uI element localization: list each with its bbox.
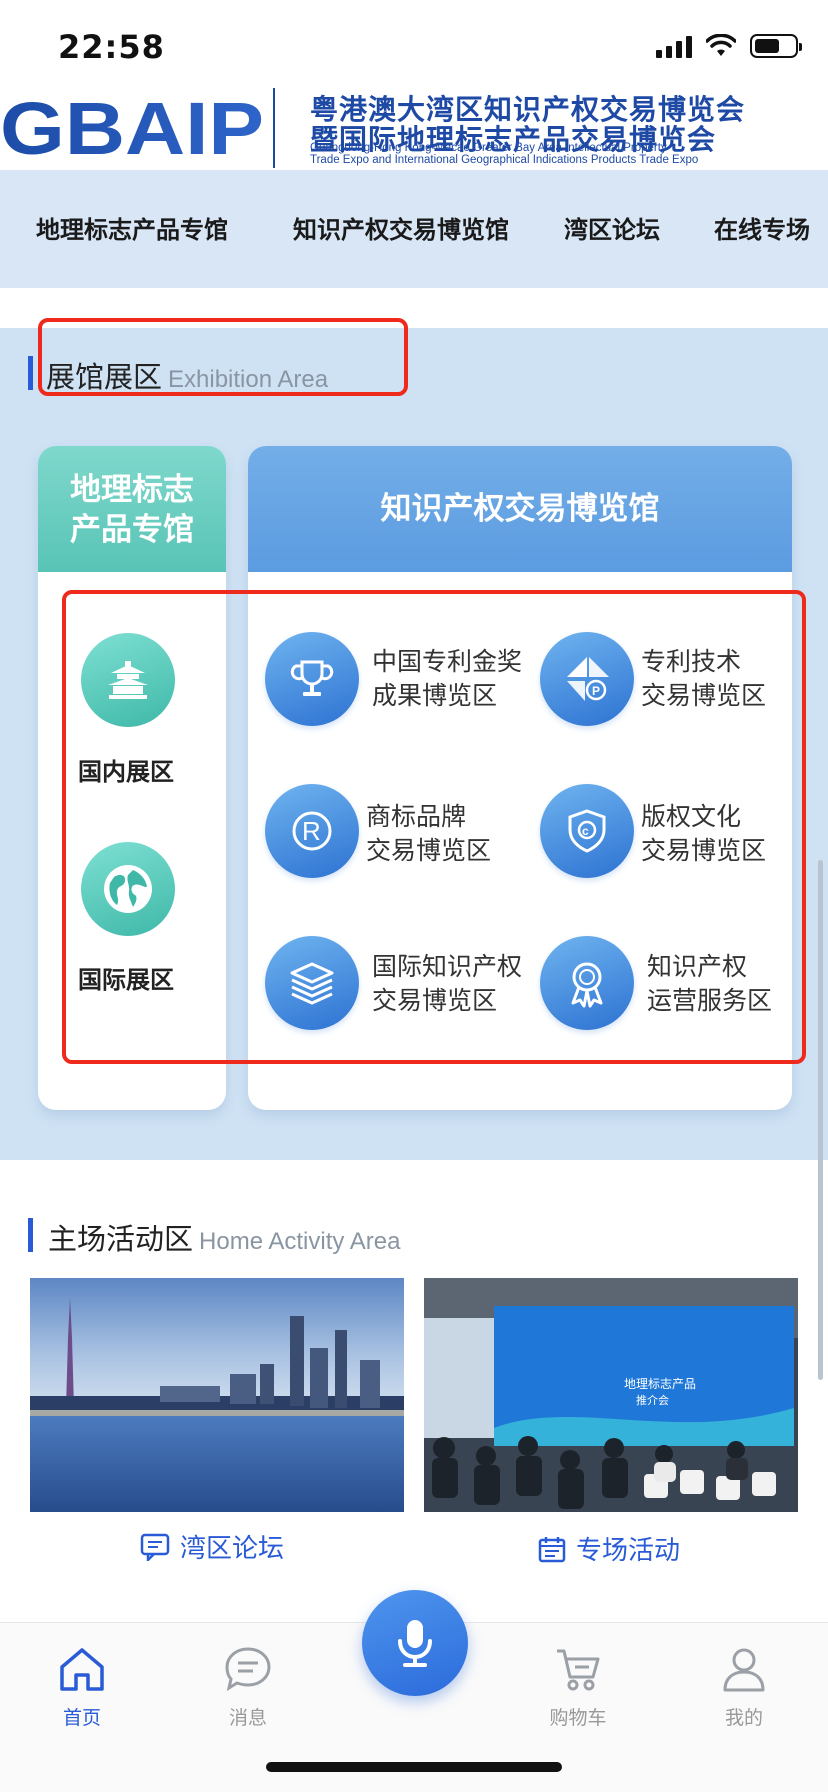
nav-item-ip-expo[interactable]: 知识产权交易博览馆 — [293, 210, 509, 245]
cellular-signal-icon — [656, 34, 692, 58]
gi-title-line1: 地理标志 — [70, 472, 194, 508]
logo-divider — [273, 88, 275, 168]
special-event-caption: 专场活动 — [576, 1536, 681, 1566]
status-bar: 22:58 — [0, 0, 828, 88]
highlight-box-title — [38, 318, 408, 396]
event-scene-image: 地理标志产品 推介会 — [424, 1278, 798, 1512]
special-event-link[interactable]: 专场活动 — [538, 1530, 680, 1567]
battery-icon — [750, 34, 802, 58]
banner-text-2: 推介会 — [636, 1393, 669, 1407]
gi-title-line2: 产品专馆 — [70, 512, 194, 548]
tab-messages[interactable]: 消息 — [188, 1645, 308, 1730]
home-indicator[interactable] — [266, 1762, 562, 1772]
bay-forum-photo[interactable] — [30, 1278, 404, 1512]
message-icon — [225, 1647, 271, 1692]
bay-forum-link[interactable]: 湾区论坛 — [140, 1528, 284, 1565]
calendar-icon — [538, 1536, 566, 1562]
nav-item-online[interactable]: 在线专场 — [714, 210, 810, 245]
logo-text: GBAIP — [0, 88, 264, 170]
nav-item-bay-forum[interactable]: 湾区论坛 — [564, 210, 660, 245]
tab-messages-label: 消息 — [228, 1707, 267, 1729]
tab-home[interactable]: 首页 — [22, 1645, 142, 1730]
expo-title-en-line2: Trade Expo and International Geographica… — [310, 154, 699, 166]
section-bar — [28, 1218, 33, 1252]
home-activity-title-en: Home Activity Area — [199, 1228, 401, 1255]
voice-button[interactable] — [362, 1590, 468, 1696]
expo-title-en-line1: Guangdong-Hong Kong-Macao Greater Bay Ar… — [310, 142, 667, 154]
app-header: GBAIP 粤港澳大湾区知识产权交易博览会 暨国际地理标志产品交易博览会 Gua… — [0, 88, 828, 170]
highlight-box-zones — [62, 590, 806, 1064]
wifi-icon — [706, 34, 736, 56]
home-icon — [60, 1648, 104, 1691]
ip-expo-card-title[interactable]: 知识产权交易博览馆 — [248, 446, 792, 572]
status-time: 22:58 — [58, 28, 165, 66]
top-nav: 地理标志产品专馆 知识产权交易博览馆 湾区论坛 在线专场 — [0, 170, 828, 288]
gi-products-card-title[interactable]: 地理标志 产品专馆 — [38, 446, 226, 572]
section-bar — [28, 356, 33, 390]
city-skyline-image — [30, 1278, 404, 1512]
tab-home-label: 首页 — [62, 1707, 101, 1729]
cart-icon — [557, 1649, 600, 1691]
gbaip-logo: GBAIP — [0, 88, 264, 170]
tab-profile[interactable]: 我的 — [684, 1645, 804, 1730]
tab-profile-label: 我的 — [724, 1707, 763, 1729]
tab-cart-label: 购物车 — [549, 1707, 607, 1729]
microphone-icon — [398, 1620, 432, 1667]
home-activity-title: 主场活动区 Home Activity Area — [48, 1216, 400, 1258]
bay-forum-caption: 湾区论坛 — [180, 1534, 285, 1564]
user-icon — [723, 1648, 765, 1692]
nav-item-gi-products[interactable]: 地理标志产品专馆 — [36, 210, 228, 245]
tab-cart[interactable]: 购物车 — [518, 1645, 638, 1730]
status-icons — [656, 34, 802, 58]
banner-text: 地理标志产品 — [624, 1377, 696, 1391]
special-event-photo[interactable]: 地理标志产品 推介会 — [424, 1278, 798, 1512]
home-activity-title-cn: 主场活动区 — [48, 1222, 194, 1256]
chat-icon — [140, 1533, 170, 1561]
scrollbar[interactable] — [818, 860, 823, 1380]
